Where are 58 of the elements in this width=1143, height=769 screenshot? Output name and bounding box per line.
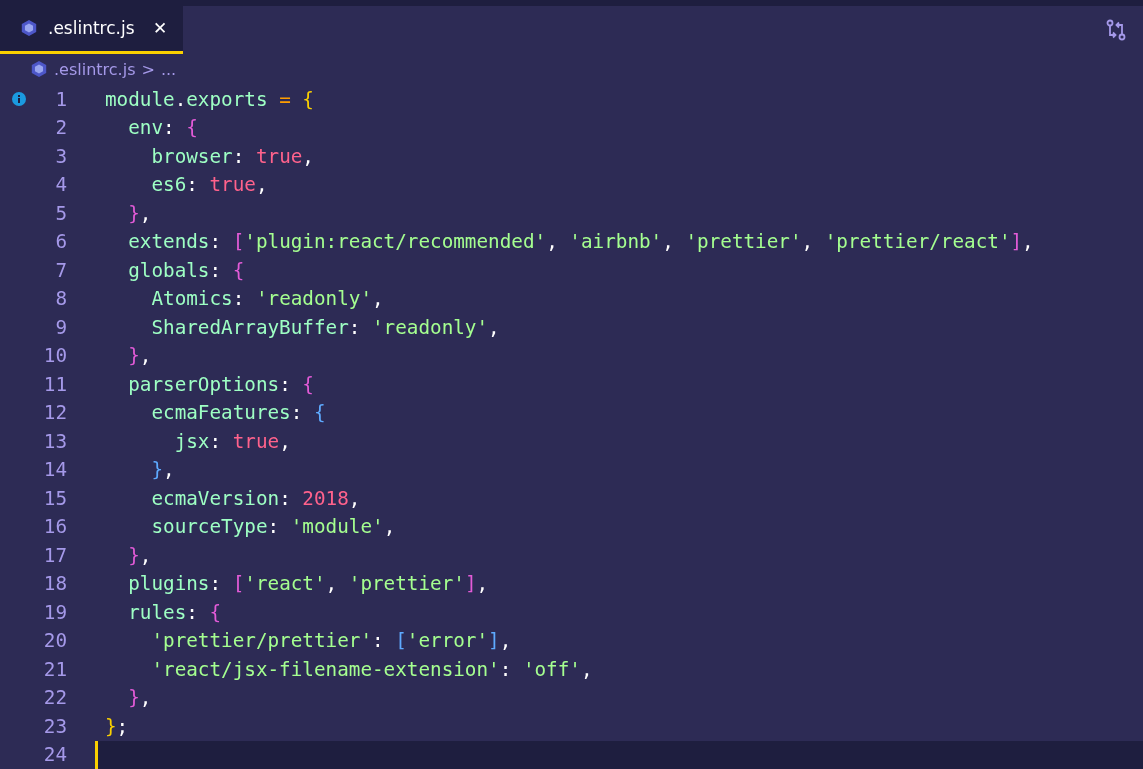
line-number: 4: [55, 173, 67, 197]
code-line: module.exports = {: [105, 87, 314, 111]
line-number: 14: [43, 458, 67, 482]
code-line: },: [127, 686, 152, 710]
line-number: 8: [55, 287, 67, 311]
line-number: 10: [43, 344, 67, 368]
code-line: es6: true,: [150, 173, 268, 197]
line-number: 9: [55, 315, 67, 339]
line-number: 18: [43, 572, 67, 596]
code-line: },: [127, 201, 152, 225]
line-number: 3: [55, 144, 67, 168]
code-line: };: [105, 714, 129, 738]
tab-title: .eslintrc.js: [48, 18, 135, 39]
line-number: 16: [43, 515, 67, 539]
code-line: sourceType: 'module',: [150, 515, 396, 539]
line-number: 22: [43, 686, 67, 710]
text-cursor: [95, 740, 98, 769]
close-button[interactable]: ✕: [148, 17, 171, 39]
code-line: extends: ['plugin:react/recommended', 'airbnb', 'prettier', 'prettier/react'],: [127, 230, 1034, 254]
file-icon: [30, 60, 48, 79]
code-line: },: [127, 344, 152, 368]
code-line: ecmaFeatures: {: [150, 401, 326, 425]
code-line: },: [150, 458, 175, 482]
code-line: SharedArrayBuffer: 'readonly',: [150, 315, 500, 339]
info-icon[interactable]: [12, 92, 26, 107]
line-number: 12: [43, 401, 67, 425]
file-icon: [20, 19, 38, 38]
line-number: 19: [43, 600, 67, 624]
line-number: 13: [43, 429, 67, 453]
line-number: 7: [55, 258, 67, 282]
code-line: env: {: [127, 116, 198, 140]
code-line: globals: {: [127, 258, 245, 282]
breadcrumb-file[interactable]: .eslintrc.js: [54, 59, 136, 79]
compare-changes-icon[interactable]: [1105, 18, 1127, 41]
code-line: 'react/jsx-filename-extension': 'off',: [150, 657, 593, 681]
line-number: 21: [43, 657, 67, 681]
line-number: 11: [43, 372, 67, 396]
code-line: browser: true,: [150, 144, 314, 168]
file-tab[interactable]: .eslintrc.js ✕: [0, 6, 183, 54]
code-line: 'prettier/prettier': ['error'],: [150, 629, 512, 653]
line-number: 24: [43, 743, 67, 767]
line-number: 5: [55, 201, 67, 225]
breadcrumb-separator: >: [141, 59, 155, 79]
line-number: 6: [55, 230, 67, 254]
code-line: jsx: true,: [173, 429, 291, 453]
code-line: },: [127, 543, 152, 567]
line-number: 15: [43, 486, 67, 510]
code-line: rules: {: [127, 600, 222, 624]
code-line: Atomics: 'readonly',: [150, 287, 384, 311]
line-number: 2: [55, 116, 67, 140]
line-number: 1: [55, 87, 67, 111]
code-line: ecmaVersion: 2018,: [150, 486, 361, 510]
breadcrumb-more[interactable]: ...: [160, 59, 177, 79]
line-number: 17: [43, 543, 67, 567]
line-number: 20: [43, 629, 67, 653]
code-line: parserOptions: {: [127, 372, 314, 396]
code-line: plugins: ['react', 'prettier'],: [127, 572, 489, 596]
line-number: 23: [43, 714, 67, 738]
